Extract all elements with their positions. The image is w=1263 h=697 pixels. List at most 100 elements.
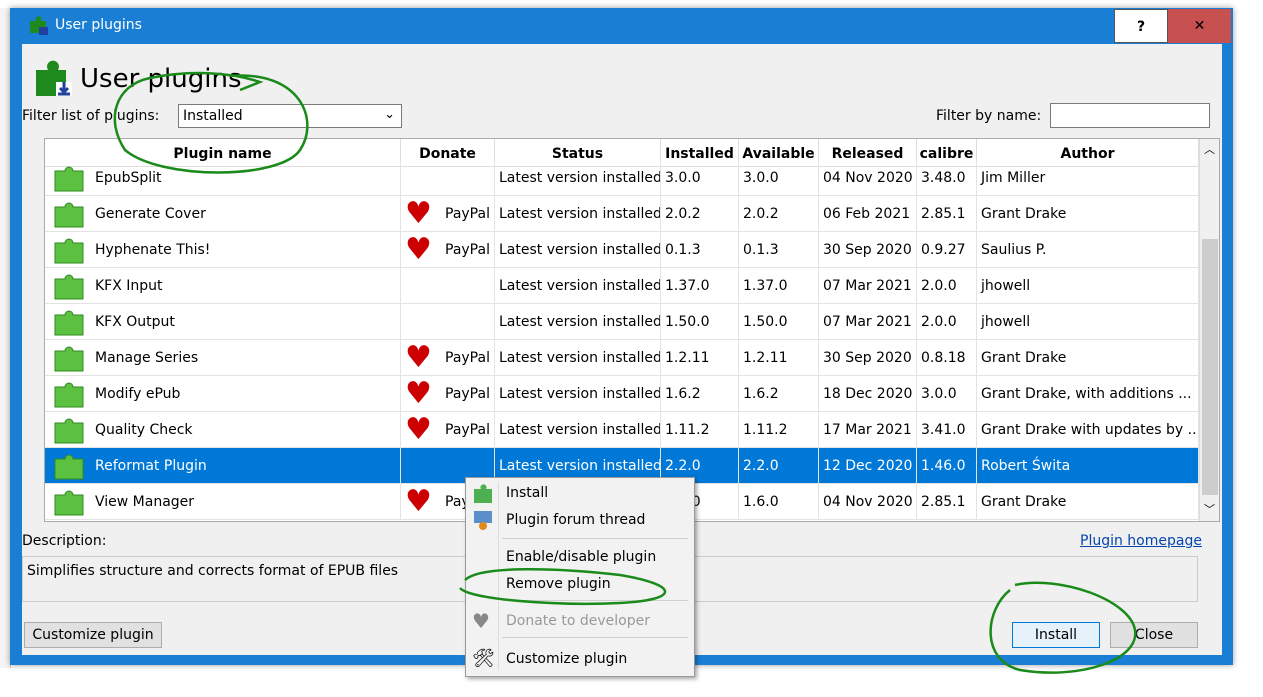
cell-text: 1.37.0	[665, 278, 710, 294]
cell-available: 1.6.0	[739, 484, 819, 520]
cell-text: 18 Dec 2020	[823, 386, 913, 402]
table-row[interactable]: Modify ePub ♥ PayPal Latest version install…	[45, 376, 1199, 412]
donate-link[interactable]: PayPal	[445, 376, 490, 412]
donate-link[interactable]: PayPal	[445, 412, 490, 448]
cell-text: 1.2.11	[743, 350, 788, 366]
cell-released: 30 Sep 2020	[819, 340, 917, 376]
cell-status: Latest version installed	[495, 376, 661, 412]
window-title: User plugins	[55, 17, 142, 33]
cell-author: Grant Drake	[977, 340, 1199, 376]
cell-text: 1.6.2	[665, 386, 701, 402]
cell-text: Latest version installed	[499, 242, 661, 258]
cell-installed: 2.0.2	[661, 196, 739, 232]
puzzle-icon	[54, 454, 84, 480]
close-button[interactable]: Close	[1110, 622, 1198, 648]
cell-released: 12 Dec 2020	[819, 448, 917, 484]
cell-installed: 1.50.0	[661, 304, 739, 340]
menu-item-remove-plugin[interactable]: Remove plugin	[506, 576, 611, 592]
heart-icon: ♥	[405, 484, 432, 519]
table-row[interactable]: Quality Check ♥ PayPal Latest version insta…	[45, 412, 1199, 448]
customize-plugin-button[interactable]: Customize plugin	[24, 622, 162, 648]
plugins-table: Plugin name Donate Status Installed Availabl…	[44, 138, 1220, 522]
cell-text: 3.48.0	[921, 170, 966, 186]
cell-text: 1.50.0	[665, 314, 710, 330]
donate-link[interactable]: PayPal	[445, 196, 490, 232]
menu-item-customize[interactable]: Customize plugin	[506, 651, 627, 667]
plugin-homepage-link[interactable]: Plugin homepage	[1080, 533, 1202, 549]
cell-text: Generate Cover	[95, 206, 206, 222]
menu-item-install[interactable]: Install	[506, 485, 548, 501]
scrollbar-thumb[interactable]	[1202, 239, 1218, 495]
title-bar[interactable]: User plugins ? ✕	[10, 8, 1233, 44]
donate-link[interactable]: PayPal	[445, 340, 490, 376]
menu-item-forum-thread[interactable]: Plugin forum thread	[506, 512, 645, 528]
cell-text: 3.0.0	[921, 386, 957, 402]
cell-available: 1.11.2	[739, 412, 819, 448]
cell-released: 18 Dec 2020	[819, 376, 917, 412]
cell-released: 07 Mar 2021	[819, 304, 917, 340]
cell-text: EpubSplit	[95, 170, 162, 186]
table-row[interactable]: Generate Cover ♥ PayPal Latest version inst…	[45, 196, 1199, 232]
cell-released: 06 Feb 2021	[819, 196, 917, 232]
puzzle-icon	[474, 484, 492, 503]
cell-released: 07 Mar 2021	[819, 268, 917, 304]
cell-text: 2.2.0	[743, 458, 779, 474]
cell-author: Robert Świta	[977, 448, 1199, 484]
table-row[interactable]: EpubSplit Latest version installed 3.0.0 3.…	[45, 160, 1199, 196]
puzzle-icon	[54, 202, 84, 228]
cell-text: Grant Drake	[981, 494, 1067, 510]
install-button[interactable]: Install	[1012, 622, 1100, 648]
cell-text: 17 Mar 2021	[823, 422, 912, 438]
table-row[interactable]: Manage Series ♥ PayPal Latest version insta…	[45, 340, 1199, 376]
cell-released: 04 Nov 2020	[819, 484, 917, 520]
help-button[interactable]: ?	[1114, 9, 1168, 43]
table-row[interactable]: KFX Input Latest version installed 1.37.0 1…	[45, 268, 1199, 304]
scroll-down-icon[interactable]: ﹀	[1204, 501, 1215, 517]
vertical-scrollbar[interactable]: ︿ ﹀	[1199, 139, 1219, 521]
cell-name: EpubSplit	[45, 160, 401, 196]
menu-item-enable-disable[interactable]: Enable/disable plugin	[506, 549, 656, 565]
cell-author: Grant Drake	[977, 196, 1199, 232]
cell-calibre: 3.0.0	[917, 376, 977, 412]
cell-text: View Manager	[95, 494, 195, 510]
cell-name: Quality Check	[45, 412, 401, 448]
cell-name: Manage Series	[45, 340, 401, 376]
puzzle-icon	[54, 382, 84, 408]
filter-dropdown[interactable]: Installed ⌄	[178, 104, 402, 128]
context-menu: Install Plugin forum thread Enable/disab…	[465, 477, 695, 677]
cell-name: Generate Cover	[45, 196, 401, 232]
heart-icon: ♥	[405, 232, 432, 267]
description-text: Simplifies structure and corrects format…	[27, 563, 399, 579]
cell-text: Latest version installed	[499, 458, 661, 474]
cell-text: Quality Check	[95, 422, 193, 438]
donate-link[interactable]: PayPal	[445, 232, 490, 268]
cell-text: 04 Nov 2020	[823, 494, 913, 510]
cell-calibre: 1.46.0	[917, 448, 977, 484]
cell-available: 0.1.3	[739, 232, 819, 268]
cell-available: 1.50.0	[739, 304, 819, 340]
cell-text: 07 Mar 2021	[823, 278, 912, 294]
cell-text: 1.37.0	[743, 278, 788, 294]
plugin-puzzle-icon	[30, 16, 48, 35]
scroll-up-icon[interactable]: ︿	[1204, 141, 1215, 157]
heart-icon: ♥	[405, 376, 432, 411]
cell-status: Latest version installed	[495, 268, 661, 304]
table-row[interactable]: Hyphenate This! ♥ PayPal Latest version ins…	[45, 232, 1199, 268]
page-heading: User plugins	[80, 64, 242, 94]
cell-text: 07 Mar 2021	[823, 314, 912, 330]
cell-donate	[401, 268, 495, 304]
cell-installed: 0.1.3	[661, 232, 739, 268]
cell-text: 2.0.0	[921, 278, 957, 294]
window-close-button[interactable]: ✕	[1168, 9, 1231, 43]
cell-available: 2.0.2	[739, 196, 819, 232]
filter-by-name-input[interactable]	[1050, 103, 1210, 128]
cell-installed: 1.2.11	[661, 340, 739, 376]
cell-status: Latest version installed	[495, 196, 661, 232]
filter-value: Installed	[183, 108, 243, 124]
cell-installed: 1.6.2	[661, 376, 739, 412]
table-row[interactable]: KFX Output Latest version installed 1.50.0…	[45, 304, 1199, 340]
cell-text: 1.6.0	[743, 494, 779, 510]
cell-text: jhowell	[981, 278, 1031, 294]
cell-released: 17 Mar 2021	[819, 412, 917, 448]
heart-icon: ♥	[472, 609, 490, 633]
